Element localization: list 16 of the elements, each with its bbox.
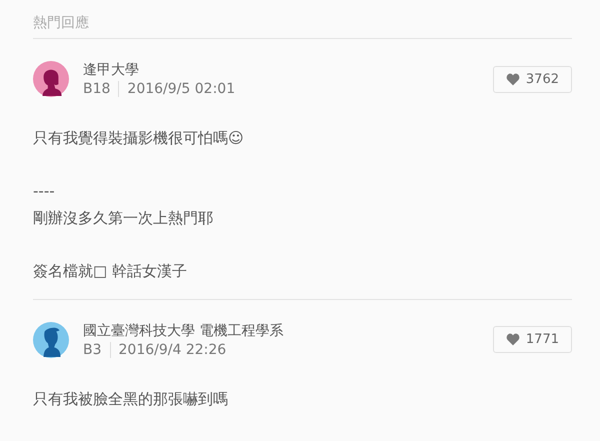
heart-icon [506, 333, 520, 346]
post-time: 2016/9/4 22:26 [118, 342, 226, 358]
comment-text: 剛辦沒多久第一次上熱門耶 [33, 208, 214, 229]
author-name: 國立臺灣科技大學 電機工程學系 [83, 322, 284, 340]
floor-number: B3 [83, 342, 111, 358]
comment-text: 只有我覺得裝攝影機很可怕嗎☺ [33, 128, 245, 149]
heart-icon [506, 72, 520, 86]
author-name: 逢甲大學 [83, 61, 140, 79]
like-button[interactable]: 3762 [492, 66, 572, 92]
floor-number: B18 [83, 81, 120, 97]
comment-text: ---- [33, 181, 56, 202]
section-title: 熱門回應 [33, 15, 89, 31]
like-button[interactable]: 1771 [492, 326, 572, 354]
comment-text: 只有我被臉全黑的那張嚇到嗎 [33, 388, 229, 410]
post-time: 2016/9/5 02:01 [127, 81, 236, 97]
comment-text: 簽名檔就□ 幹話女漢子 [33, 260, 188, 282]
